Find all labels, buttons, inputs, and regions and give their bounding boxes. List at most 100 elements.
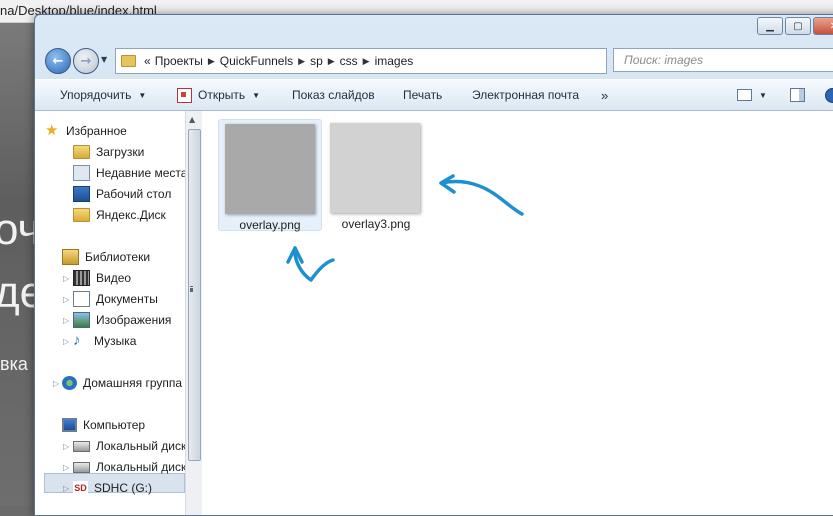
nav-item-label: Видео: [96, 271, 132, 285]
nav-item-label: Избранное: [66, 124, 127, 138]
expand-arrow-icon[interactable]: ▷: [63, 442, 69, 451]
nav-item-homegroup[interactable]: ▷ Домашняя группа: [53, 373, 182, 393]
expand-arrow-icon[interactable]: ▷: [53, 379, 59, 388]
nav-item-label: Изображения: [96, 313, 172, 327]
breadcrumb-item[interactable]: sp: [310, 54, 323, 68]
nav-item-local-disk[interactable]: ▷ Локальный диск: [63, 436, 185, 456]
expand-arrow-icon[interactable]: ▷: [63, 274, 69, 283]
breadcrumb-item[interactable]: QuickFunnels: [220, 54, 293, 68]
nav-item-label: Недавние места: [96, 166, 185, 180]
preview-pane-button[interactable]: [790, 88, 805, 102]
nav-item-label: Компьютер: [83, 418, 146, 432]
open-button[interactable]: Открыть ▼: [177, 87, 261, 103]
arrow-left-icon: ←: [52, 53, 64, 69]
nav-pane-scrollbar[interactable]: ▲: [185, 111, 202, 515]
recent-pages-dropdown-icon[interactable]: ▼: [101, 55, 107, 64]
breadcrumb-separator-icon[interactable]: ▶: [363, 56, 370, 67]
scroll-up-arrow-icon[interactable]: ▲: [189, 115, 195, 124]
breadcrumb-item[interactable]: images: [375, 54, 414, 68]
nav-item-videos[interactable]: ▷ Видео: [63, 268, 131, 288]
nav-item-pictures[interactable]: ▷ Изображения: [63, 310, 171, 330]
documents-library-icon: [73, 291, 90, 307]
maximize-button[interactable]: ▢: [785, 17, 811, 35]
close-button[interactable]: ✕: [813, 17, 833, 35]
nav-item-favorites[interactable]: ★ Избранное: [45, 121, 127, 141]
slideshow-button[interactable]: Показ слайдов: [292, 88, 375, 102]
view-icon: [737, 89, 752, 101]
breadcrumb-item[interactable]: css: [340, 54, 358, 68]
nav-item-music[interactable]: ▷ ♪ Музыка: [63, 331, 136, 351]
email-label: Электронная почта: [472, 88, 580, 102]
recent-places-icon: [73, 165, 90, 181]
nav-item-downloads[interactable]: Загрузки: [73, 142, 144, 162]
dropdown-arrow-icon: ▼: [252, 90, 261, 100]
breadcrumb-item[interactable]: Проекты: [155, 54, 203, 68]
open-with-icon: [177, 87, 192, 103]
nav-item-local-disk-selected[interactable]: ▷ Локальный диск: [63, 457, 185, 477]
nav-item-yandex-disk[interactable]: Яндекс.Диск: [73, 205, 166, 225]
nav-item-label: SDHC (G:): [94, 481, 152, 495]
help-icon[interactable]: [825, 87, 833, 103]
scrollbar-grip: [190, 286, 193, 289]
more-commands-button[interactable]: »: [601, 88, 608, 103]
minimize-icon: ▁: [766, 20, 774, 32]
file-name: overlay.png: [239, 218, 301, 232]
nav-item-label: Загрузки: [96, 145, 145, 159]
minimize-button[interactable]: ▁: [757, 17, 783, 35]
expand-arrow-icon[interactable]: ▷: [63, 295, 69, 304]
computer-icon: [62, 418, 77, 432]
breadcrumb-separator-icon[interactable]: ▶: [328, 56, 335, 67]
breadcrumb-separator-icon[interactable]: ▶: [298, 56, 305, 67]
nav-item-desktop[interactable]: Рабочий стол: [73, 184, 171, 204]
forward-button[interactable]: →: [73, 48, 99, 74]
desktop-icon: [73, 186, 90, 202]
address-bar[interactable]: « Проекты ▶ QuickFunnels ▶ sp ▶ css ▶ im…: [115, 48, 607, 74]
explorer-window: ▁ ▢ ✕ ← → ▼ « Проекты ▶ QuickFunnels ▶ s…: [34, 14, 833, 516]
more-label: »: [601, 87, 609, 103]
video-library-icon: [73, 270, 90, 286]
nav-item-sdhc[interactable]: ▷ SD SDHC (G:): [63, 478, 152, 498]
nav-item-documents[interactable]: ▷ Документы: [63, 289, 158, 309]
expand-arrow-icon[interactable]: ▷: [63, 484, 69, 493]
back-button[interactable]: ←: [45, 48, 71, 74]
folder-icon: [73, 208, 90, 222]
expand-arrow-icon[interactable]: ▷: [63, 463, 69, 472]
search-placeholder: Поиск: images: [624, 53, 704, 67]
search-input[interactable]: Поиск: images: [613, 48, 833, 72]
navigation-row: ← → ▼ « Проекты ▶ QuickFunnels ▶ sp ▶ cs…: [35, 45, 833, 77]
image-thumbnail: [225, 124, 315, 214]
nav-item-computer[interactable]: Компьютер: [62, 415, 145, 435]
breadcrumb-overflow[interactable]: «: [144, 54, 151, 68]
nav-item-label: Домашняя группа: [83, 376, 183, 390]
print-label: Печать: [403, 88, 443, 102]
music-note-icon: ♪: [73, 332, 81, 349]
local-disk-icon: [73, 440, 90, 452]
navigation-pane: ★ Избранное Загрузки Недавние места Рабо…: [35, 111, 185, 515]
email-button[interactable]: Электронная почта: [472, 88, 579, 102]
file-list-pane[interactable]: overlay.png overlay3.png: [202, 111, 833, 515]
star-icon: ★: [45, 122, 59, 139]
organize-button[interactable]: Упорядочить ▼: [60, 88, 146, 102]
open-label: Открыть: [198, 88, 246, 102]
folder-icon: [121, 55, 136, 67]
maximize-icon: ▢: [793, 20, 803, 32]
expand-arrow-icon[interactable]: ▷: [63, 316, 69, 325]
sd-card-icon: SD: [73, 481, 88, 495]
image-thumbnail: [330, 123, 420, 213]
expand-arrow-icon[interactable]: ▷: [63, 337, 69, 346]
scrollbar-thumb[interactable]: [188, 129, 201, 461]
slideshow-label: Показ слайдов: [292, 88, 375, 102]
change-view-button[interactable]: ▼: [737, 89, 767, 101]
nav-item-label: Документы: [96, 292, 158, 306]
file-item-overlay[interactable]: overlay.png: [218, 119, 322, 232]
nav-item-libraries[interactable]: Библиотеки: [62, 247, 150, 267]
command-bar: Упорядочить ▼ Открыть ▼ Показ слайдов Пе…: [35, 79, 833, 111]
file-item-overlay3[interactable]: overlay3.png: [324, 119, 428, 231]
nav-item-label: Библиотеки: [85, 250, 151, 264]
print-button[interactable]: Печать: [403, 88, 442, 102]
title-bar[interactable]: ▁ ▢ ✕: [35, 15, 833, 43]
nav-item-recent-places[interactable]: Недавние места: [73, 163, 185, 183]
breadcrumb-separator-icon[interactable]: ▶: [208, 56, 215, 67]
nav-item-label: Яндекс.Диск: [96, 208, 166, 222]
local-disk-icon: [73, 461, 90, 473]
